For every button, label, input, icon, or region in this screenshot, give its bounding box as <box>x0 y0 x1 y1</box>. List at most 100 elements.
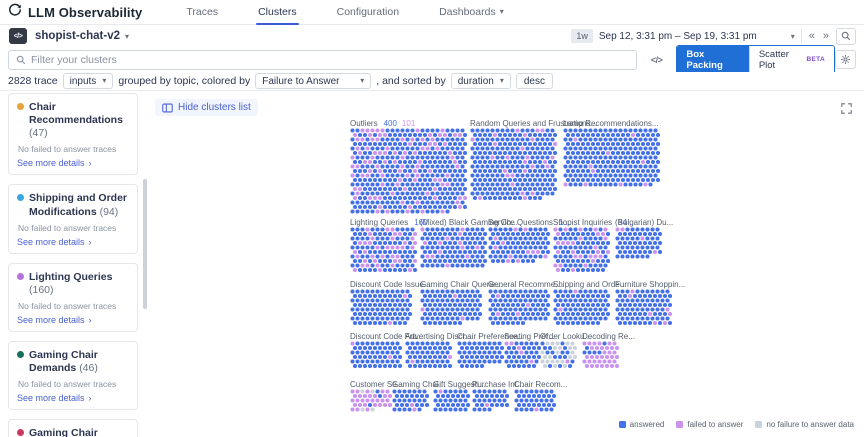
tab-clusters[interactable]: Clusters <box>256 0 299 24</box>
cluster-card-note: No failed to answer traces <box>18 144 129 154</box>
cluster-card[interactable]: Gaming Chair Queries (116)No failed to a… <box>8 419 138 437</box>
cluster-dots[interactable] <box>472 389 511 416</box>
cluster-filter-input[interactable] <box>31 54 629 66</box>
chevron-down-icon[interactable]: ▾ <box>125 32 129 41</box>
cluster-dots[interactable] <box>553 227 612 276</box>
search-icon <box>16 55 26 65</box>
cluster-card[interactable]: Gaming Chair Demands (46)No failed to an… <box>8 341 138 410</box>
time-range-widget[interactable]: 1w Sep 12, 3:31 pm – Sep 19, 3:31 pm ▾ «… <box>571 28 864 45</box>
cluster-card-note: No failed to answer traces <box>18 301 129 311</box>
chevron-down-icon: ▾ <box>500 7 504 16</box>
legend-item: no failure to answer data <box>755 420 854 429</box>
hide-clusters-list-button[interactable]: Hide clusters list <box>155 99 258 116</box>
top-nav: LLM Observability Traces Clusters Configur… <box>0 0 864 25</box>
trace-input-select[interactable]: inputs▾ <box>63 73 114 89</box>
query-syntax-icon[interactable]: </> <box>651 55 663 65</box>
box-packing-button[interactable]: Box Packing <box>677 46 748 74</box>
cluster-label: Discount Code Issue... <box>350 280 430 289</box>
cluster-dots[interactable] <box>563 128 662 191</box>
time-preset-badge: 1w <box>571 29 593 43</box>
cluster-color-dot <box>17 429 24 436</box>
cluster-label: Lighting Queries160 <box>350 218 428 227</box>
cluster-dots[interactable] <box>350 227 419 276</box>
see-more-details-link[interactable]: See more details› <box>17 158 129 168</box>
cluster-dots[interactable] <box>350 389 394 416</box>
time-shift-forward-icon[interactable]: » <box>822 30 830 42</box>
colored-by-value: Failure to Answer <box>262 76 339 87</box>
query-bar: 2828 trace inputs▾ grouped by topic, col… <box>0 72 864 91</box>
cluster-dots[interactable] <box>433 389 472 416</box>
cluster-card[interactable]: Chair Recommendations (47) No failed to a… <box>8 93 138 175</box>
legend-swatch <box>676 421 683 428</box>
cluster-dots[interactable] <box>350 128 469 218</box>
cluster-card-title: Shipping and Order Modifications (94) <box>29 192 129 218</box>
cluster-card[interactable]: Shipping and Order Modifications (94) No … <box>8 184 138 253</box>
cluster-label: General Recomme... <box>488 280 562 289</box>
cluster-dots[interactable] <box>514 389 558 416</box>
tab-dashboards[interactable]: Dashboards▾ <box>437 0 506 24</box>
time-shift-back-icon[interactable]: « <box>808 30 816 42</box>
brand: LLM Observability <box>0 3 142 22</box>
cluster-dots[interactable] <box>420 227 489 272</box>
sort-direction-button[interactable]: desc <box>516 73 553 89</box>
see-more-details-link[interactable]: See more details› <box>17 393 129 403</box>
cluster-dots[interactable] <box>470 128 559 204</box>
cluster-label: Chair Recom... <box>514 380 567 389</box>
colored-by-select[interactable]: Failure to Answer▾ <box>255 73 371 89</box>
sidebar-scrollbar[interactable] <box>143 179 147 309</box>
cluster-dots[interactable] <box>504 341 543 372</box>
app-title: LLM Observability <box>28 5 142 20</box>
see-more-details-link[interactable]: See more details› <box>17 315 129 325</box>
cluster-color-dot <box>17 351 24 358</box>
see-more-details-link[interactable]: See more details› <box>17 237 129 247</box>
service-selector[interactable]: shopist-chat-v2 <box>35 30 120 42</box>
scatter-plot-button[interactable]: Scatter Plot BETA <box>749 46 834 74</box>
cluster-dots[interactable] <box>392 389 431 416</box>
cluster-label: Lamp Recommendations... <box>563 119 659 128</box>
cluster-card-title: Chair Recommendations (47) <box>29 101 129 140</box>
legend: answeredfailed to answerno failure to an… <box>619 420 854 429</box>
cluster-color-dot <box>17 103 24 110</box>
cluster-color-dot <box>17 194 24 201</box>
cluster-card-title: Gaming Chair Demands (46) <box>29 349 129 375</box>
llm-observability-icon <box>8 3 22 22</box>
cluster-label: Furniture Shoppin... <box>615 280 685 289</box>
clusters-panel: Hide clusters list Outliers400101Random … <box>150 91 864 437</box>
chevron-down-icon[interactable]: ▾ <box>791 32 795 41</box>
legend-item: answered <box>619 420 665 429</box>
cluster-dots[interactable] <box>615 227 664 263</box>
tab-configuration[interactable]: Configuration <box>335 0 401 24</box>
cluster-card-title: Gaming Chair Queries (116) <box>29 427 129 437</box>
cluster-dots[interactable] <box>350 289 414 329</box>
cluster-dots[interactable] <box>488 289 552 329</box>
cluster-dots[interactable] <box>457 341 506 372</box>
hide-clusters-list-label: Hide clusters list <box>178 102 251 113</box>
cluster-dots[interactable] <box>582 341 621 372</box>
tab-traces[interactable]: Traces <box>184 0 220 24</box>
legend-swatch <box>619 421 626 428</box>
cluster-dots[interactable] <box>540 341 579 372</box>
cluster-label: Outliers400101 <box>350 119 415 128</box>
fullscreen-button[interactable] <box>841 101 852 119</box>
magnifier-icon <box>841 31 851 41</box>
zoom-time-button[interactable] <box>836 28 856 45</box>
trace-input-value: inputs <box>70 76 97 87</box>
cluster-dots[interactable] <box>420 289 484 329</box>
cluster-dots[interactable] <box>615 289 674 329</box>
view-toggle: Box Packing Scatter Plot BETA <box>676 45 835 75</box>
chevron-right-icon: › <box>89 315 92 325</box>
cluster-dots[interactable] <box>488 227 552 267</box>
sort-field-value: duration <box>458 76 494 87</box>
cluster-filter-box[interactable] <box>8 50 637 70</box>
sort-field-select[interactable]: duration▾ <box>451 73 511 89</box>
expand-icon <box>841 103 852 114</box>
collapse-panel-icon <box>162 103 173 113</box>
cluster-dots[interactable] <box>405 341 454 372</box>
cluster-card[interactable]: Lighting Queries (160)No failed to answe… <box>8 263 138 332</box>
cluster-dots[interactable] <box>553 289 612 329</box>
grouped-by-label: grouped by topic, colored by <box>118 75 250 87</box>
cluster-card-note: No failed to answer traces <box>18 223 129 233</box>
settings-button[interactable] <box>835 50 856 69</box>
cluster-dots[interactable] <box>350 341 404 372</box>
scatter-plot-label: Scatter Plot <box>759 49 804 71</box>
